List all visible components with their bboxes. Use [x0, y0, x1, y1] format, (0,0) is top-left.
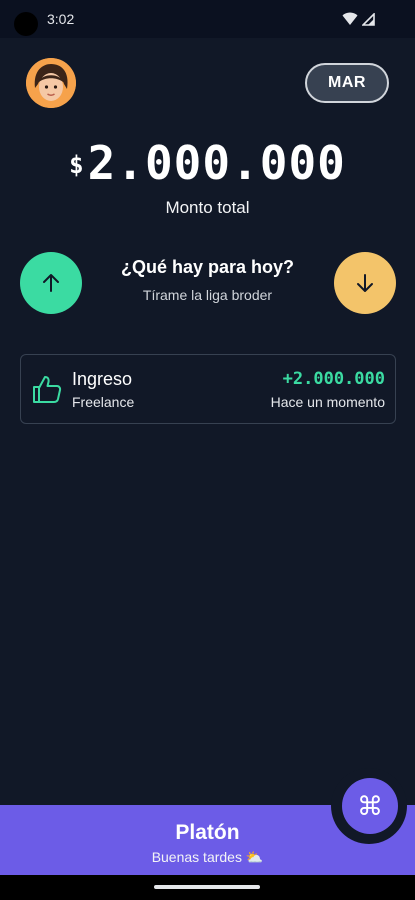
home-indicator[interactable] — [154, 885, 260, 889]
avatar-illustration — [26, 58, 76, 108]
total-amount: 2.000.000 — [87, 136, 346, 190]
transaction-title: Ingreso — [72, 369, 133, 389]
avatar[interactable] — [26, 58, 76, 108]
prompt-subtitle: Tírame la liga broder — [142, 287, 273, 303]
thumbs-up-icon — [33, 376, 62, 403]
add-expense-button[interactable] — [334, 252, 396, 314]
arrow-up-icon — [43, 274, 59, 292]
transaction-time: Hace un momento — [270, 394, 385, 410]
signal-icon — [362, 12, 375, 26]
system-navigation-bar — [0, 875, 415, 900]
transaction-category: Freelance — [72, 394, 135, 410]
status-time: 3:02 — [47, 11, 75, 27]
status-bar: 3:02 — [0, 0, 415, 38]
camera-cutout — [14, 12, 38, 36]
status-icons — [342, 12, 375, 26]
total-label: Monto total — [165, 198, 250, 217]
arrow-down-icon — [357, 274, 373, 292]
transaction-card[interactable]: Ingreso Freelance +2.000.000 Hace un mom… — [20, 354, 396, 424]
command-menu-button[interactable]: ⌘ — [342, 778, 398, 834]
total-balance: $2.000.000 — [0, 136, 415, 190]
wifi-icon — [342, 12, 358, 25]
transaction-amount: +2.000.000 — [282, 369, 385, 389]
month-selector-button[interactable]: MAR — [305, 63, 389, 103]
prompt-question: ¿Qué hay para hoy? — [120, 257, 295, 277]
command-icon: ⌘ — [357, 790, 383, 821]
greeting: Buenas tardes ⛅ — [151, 849, 264, 865]
currency-symbol: $ — [69, 151, 84, 179]
add-income-button[interactable] — [20, 252, 82, 314]
